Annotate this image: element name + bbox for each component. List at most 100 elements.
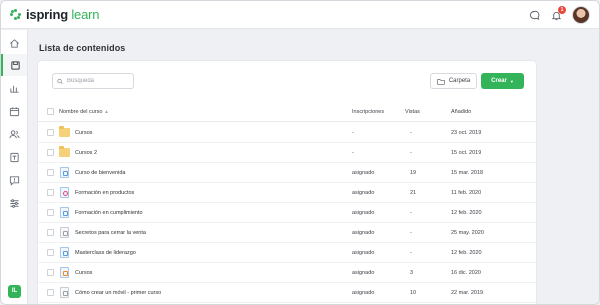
enrollments: asignado — [352, 190, 375, 196]
table-row[interactable]: Cursos asignado 3 16 dic. 2020 — [38, 263, 536, 283]
reports-icon — [9, 85, 19, 93]
course-name[interactable]: Cursos — [75, 130, 92, 136]
row-checkbox[interactable] — [47, 149, 54, 156]
views: - — [410, 130, 412, 136]
sidebar-item-messages[interactable] — [1, 169, 27, 191]
enrollments: asignado — [352, 230, 375, 236]
header-name[interactable]: Nombre del curso ▲ — [59, 109, 109, 115]
added-date: 22 mar. 2019 — [451, 290, 484, 296]
header-views[interactable]: Vistas — [405, 109, 420, 115]
notification-badge: 1 — [558, 6, 566, 14]
views: - — [410, 250, 412, 256]
page-title: Lista de contenidos — [39, 43, 126, 53]
course-name[interactable]: Formación en productos — [75, 190, 134, 196]
table-row[interactable]: Curso de bienvenida asignado 19 15 mar. 201… — [38, 163, 536, 183]
course-icon — [59, 227, 70, 238]
enrollments: asignado — [352, 170, 375, 176]
views: - — [410, 230, 412, 236]
create-label: Crear — [491, 78, 507, 84]
new-folder-button[interactable]: Carpeta — [430, 73, 477, 89]
logo-brand: ispring — [26, 7, 68, 22]
enrollments: - — [352, 130, 354, 136]
table-row[interactable]: Cómo crear un móvil - primer curso asigna… — [38, 283, 536, 303]
app-window: ispring learn 1 IL Lista de contenidos B… — [0, 0, 600, 305]
sidebar-item-assignments[interactable] — [1, 146, 27, 168]
logo-product: learn — [71, 7, 100, 22]
sidebar-item-content[interactable] — [1, 54, 27, 76]
chat-bubble-icon[interactable] — [527, 8, 541, 22]
enrollments: asignado — [352, 270, 375, 276]
search-input[interactable] — [67, 78, 133, 84]
course-shape — [60, 207, 69, 218]
folder-shape — [59, 146, 70, 157]
users-icon — [8, 129, 20, 138]
row-checkbox[interactable] — [47, 209, 54, 216]
caret-down-icon: ▼ — [509, 78, 514, 84]
course-icon — [59, 167, 70, 178]
views: 10 — [410, 290, 417, 296]
course-name[interactable]: Cursos — [75, 270, 92, 276]
search-box[interactable] — [52, 73, 134, 89]
row-checkbox[interactable] — [47, 169, 54, 176]
header-name-label: Nombre del curso — [59, 109, 103, 115]
header-enrollments[interactable]: Inscripciones — [352, 109, 384, 115]
course-name[interactable]: Formación en cumplimiento — [75, 210, 143, 216]
enrollments: - — [352, 150, 354, 156]
row-checkbox[interactable] — [47, 269, 54, 276]
row-checkbox[interactable] — [47, 189, 54, 196]
content-icon — [10, 60, 20, 70]
views: 3 — [410, 270, 414, 276]
logo[interactable]: ispring learn — [10, 7, 99, 22]
course-icon — [59, 187, 70, 198]
course-shape — [60, 227, 69, 238]
course-name[interactable]: Masterclass de liderazgo — [75, 250, 136, 256]
user-avatar[interactable] — [572, 6, 590, 24]
account-badge[interactable]: IL — [8, 285, 21, 298]
sidebar-item-calendar[interactable] — [1, 100, 27, 122]
assignments-icon — [9, 152, 19, 162]
logo-text: ispring learn — [26, 7, 99, 22]
added-date: 12 feb. 2020 — [451, 250, 482, 256]
content-card: Carpeta Crear▼ Nombre del curso ▲ Inscri… — [38, 61, 536, 304]
added-date: 11 feb. 2020 — [451, 190, 482, 196]
table-row[interactable]: Cursos 2 - - 15 oct. 2019 — [38, 143, 536, 163]
added-date: 15 oct. 2019 — [451, 150, 482, 156]
row-checkbox[interactable] — [47, 249, 54, 256]
header-added[interactable]: Añadido — [451, 109, 471, 115]
select-all-checkbox[interactable] — [47, 108, 54, 115]
table-header: Nombre del curso ▲ Inscripciones Vistas … — [38, 102, 536, 122]
views: 19 — [410, 170, 417, 176]
row-checkbox[interactable] — [47, 229, 54, 236]
table-row[interactable]: Masterclass de liderazgo asignado - 12 feb.… — [38, 243, 536, 263]
settings-icon — [9, 198, 19, 208]
enrollments: asignado — [352, 250, 375, 256]
sidebar-item-home[interactable] — [1, 32, 27, 54]
added-date: 15 mar. 2018 — [451, 170, 484, 176]
added-date: 25 may. 2020 — [451, 230, 484, 236]
course-shape — [60, 267, 69, 278]
course-shape — [60, 187, 69, 198]
sidebar-item-users[interactable] — [1, 123, 27, 145]
folder-icon — [59, 126, 70, 138]
course-name[interactable]: Curso de bienvenida — [75, 170, 125, 176]
home-icon — [9, 38, 19, 48]
sidebar-item-settings[interactable] — [1, 192, 27, 214]
course-shape — [60, 247, 69, 258]
course-icon — [59, 267, 70, 278]
course-name[interactable]: Cursos 2 — [75, 150, 97, 156]
table-row[interactable]: Formación en cumplimiento asignado - 12 feb… — [38, 203, 536, 223]
table-row[interactable]: Formación en productos asignado 21 11 feb. … — [38, 183, 536, 203]
create-button[interactable]: Crear ▼ — [481, 73, 524, 89]
sort-icon: ▲ — [103, 109, 109, 115]
table-row[interactable]: Cursos - - 23 oct. 2019 — [38, 123, 536, 143]
table-row[interactable]: Secretos para cerrar la venta asignado - 25… — [38, 223, 536, 243]
course-name[interactable]: Cómo crear un móvil - primer curso — [75, 290, 161, 296]
row-checkbox[interactable] — [47, 129, 54, 136]
sidebar-item-reports[interactable] — [1, 77, 27, 99]
new-folder-label: Carpeta — [448, 78, 471, 84]
ispring-logo-icon — [10, 8, 22, 21]
enrollments: asignado — [352, 210, 375, 216]
row-checkbox[interactable] — [47, 289, 54, 296]
search-icon — [57, 78, 63, 84]
course-name[interactable]: Secretos para cerrar la venta — [75, 230, 146, 236]
